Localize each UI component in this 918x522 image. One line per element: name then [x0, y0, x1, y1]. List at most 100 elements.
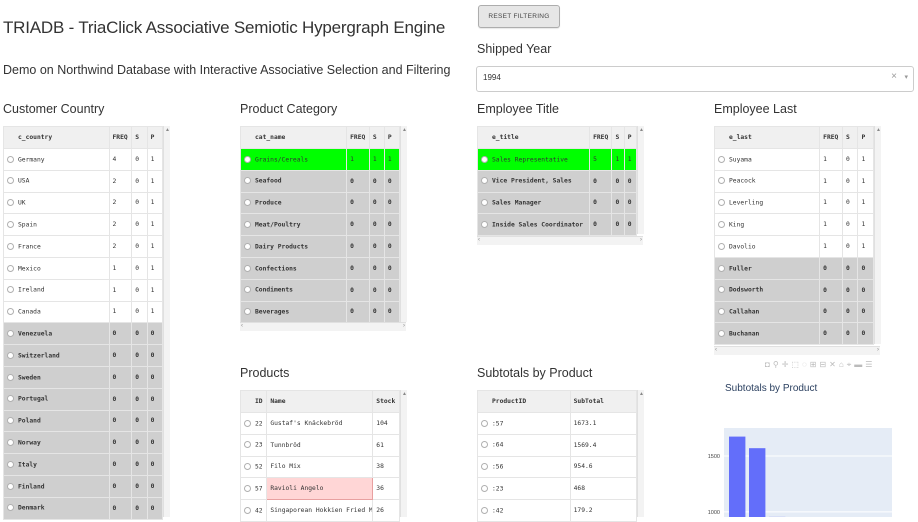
radio-button[interactable]	[718, 265, 725, 272]
row-name-cell[interactable]: Portugal	[4, 388, 110, 410]
column-header-s[interactable]: S	[132, 127, 147, 149]
box-select-icon[interactable]: ⬚	[791, 360, 802, 369]
row-name-cell[interactable]: Venezuela	[4, 323, 110, 345]
radio-button[interactable]	[718, 221, 725, 228]
table-row[interactable]: Seafood000	[241, 170, 400, 192]
radio-button[interactable]	[7, 417, 14, 424]
column-header-productid[interactable]: ProductID	[478, 391, 571, 413]
row-productid-cell[interactable]: :56	[478, 456, 571, 478]
table-row[interactable]: Canada101	[4, 301, 163, 323]
table-row[interactable]: Leverling101	[715, 192, 874, 214]
row-name-cell[interactable]: France	[4, 236, 110, 258]
column-header-p[interactable]: P	[858, 127, 874, 149]
row-name-cell[interactable]: Seafood	[241, 170, 347, 192]
row-name-cell[interactable]: Meat/Poultry	[241, 214, 347, 236]
row-name-cell[interactable]: Dodsworth	[715, 279, 820, 301]
radio-button[interactable]	[7, 439, 14, 446]
table-row[interactable]: UK201	[4, 192, 163, 214]
radio-button[interactable]	[244, 485, 251, 492]
row-name-cell[interactable]: Beverages	[241, 301, 347, 323]
customer-country-scrollbar[interactable]: ▲	[163, 126, 170, 517]
radio-button[interactable]	[244, 463, 251, 470]
table-row[interactable]: Meat/Poultry000	[241, 214, 400, 236]
radio-button[interactable]	[718, 199, 725, 206]
column-header-c-country[interactable]: c_country	[4, 127, 110, 149]
table-row[interactable]: Condiments000	[241, 279, 400, 301]
radio-button[interactable]	[718, 330, 725, 337]
row-productid-cell[interactable]: :23	[478, 478, 571, 500]
row-name-cell[interactable]: Switzerland	[4, 345, 110, 367]
table-row[interactable]: Italy000	[4, 454, 163, 476]
radio-button[interactable]	[481, 441, 488, 448]
column-header-p[interactable]: P	[624, 127, 636, 149]
table-row[interactable]: :571673.1	[478, 413, 637, 435]
column-header-cat-name[interactable]: cat_name	[241, 127, 347, 149]
row-name-cell[interactable]: Spain	[4, 214, 110, 236]
table-row[interactable]: USA201	[4, 170, 163, 192]
radio-button[interactable]	[7, 286, 14, 293]
radio-button[interactable]	[244, 507, 251, 514]
pan-icon[interactable]: ✛	[782, 360, 792, 369]
subtotals-scrollbar[interactable]: ▲	[637, 390, 644, 517]
radio-button[interactable]	[7, 221, 14, 228]
table-row[interactable]: Confections000	[241, 257, 400, 279]
radio-button[interactable]	[244, 441, 251, 448]
row-name-cell[interactable]: Denmark	[4, 497, 110, 519]
row-name-cell[interactable]: USA	[4, 170, 110, 192]
row-id-cell[interactable]: 42	[241, 500, 267, 522]
lasso-icon[interactable]: ◌	[802, 360, 810, 369]
table-row[interactable]: :23468	[478, 478, 637, 500]
column-header-p[interactable]: P	[147, 127, 162, 149]
table-row[interactable]: 23Tunnbröd61	[241, 434, 400, 456]
table-row[interactable]: Callahan000	[715, 301, 874, 323]
radio-button[interactable]	[7, 199, 14, 206]
radio-button[interactable]	[7, 156, 14, 163]
table-row[interactable]: Sales Representative511	[478, 149, 637, 171]
table-row[interactable]: Produce000	[241, 192, 400, 214]
table-row[interactable]: 57Ravioli Angelo36	[241, 478, 400, 500]
table-row[interactable]: Finland000	[4, 475, 163, 497]
table-row[interactable]: Peacock101	[715, 170, 874, 192]
chevron-down-icon[interactable]: ▾	[904, 73, 908, 81]
table-row[interactable]: :641569.4	[478, 434, 637, 456]
compare-icon[interactable]: ▬	[854, 360, 865, 369]
column-header-freq[interactable]: FREQ	[590, 127, 612, 149]
radio-button[interactable]	[244, 308, 251, 315]
table-row[interactable]: Fuller000	[715, 257, 874, 279]
row-name-cell[interactable]: Grains/Cereals	[241, 149, 347, 171]
reset-filtering-button[interactable]: RESET FILTERING	[478, 5, 560, 28]
radio-button[interactable]	[7, 243, 14, 250]
radio-button[interactable]	[718, 243, 725, 250]
column-header-s[interactable]: S	[612, 127, 624, 149]
reset-axes-icon[interactable]: ⌂	[839, 360, 847, 369]
table-row[interactable]: 22Gustaf's Knäckebröd104	[241, 413, 400, 435]
table-row[interactable]: Buchanan000	[715, 323, 874, 345]
row-name-cell[interactable]: Leverling	[715, 192, 820, 214]
employee-title-scrollbar[interactable]: ▲	[637, 126, 644, 234]
table-row[interactable]: Dairy Products000	[241, 236, 400, 258]
row-id-cell[interactable]: 22	[241, 413, 267, 435]
table-row[interactable]: Denmark000	[4, 497, 163, 519]
row-name-cell[interactable]: Sweden	[4, 366, 110, 388]
radio-button[interactable]	[7, 374, 14, 381]
column-header-subtotal[interactable]: SubTotal	[570, 391, 636, 413]
row-name-cell[interactable]: Ireland	[4, 279, 110, 301]
row-name-cell[interactable]: Fuller	[715, 257, 820, 279]
radio-button[interactable]	[7, 483, 14, 490]
zoom-in-icon[interactable]: ⊞	[810, 360, 820, 369]
row-productid-cell[interactable]: :42	[478, 500, 571, 522]
row-name-cell[interactable]: Inside Sales Coordinator	[478, 214, 590, 236]
autoscale-icon[interactable]: ✕	[829, 360, 839, 369]
radio-button[interactable]	[718, 308, 725, 315]
table-row[interactable]: Sweden000	[4, 366, 163, 388]
column-header-freq[interactable]: FREQ	[347, 127, 370, 149]
row-name-cell[interactable]: Callahan	[715, 301, 820, 323]
radio-button[interactable]	[244, 265, 251, 272]
radio-button[interactable]	[7, 461, 14, 468]
radio-button[interactable]	[244, 286, 251, 293]
table-row[interactable]: Davolio101	[715, 236, 874, 258]
radio-button[interactable]	[7, 395, 14, 402]
radio-button[interactable]	[244, 221, 251, 228]
radio-button[interactable]	[718, 286, 725, 293]
column-header-stock[interactable]: Stock	[373, 391, 400, 413]
